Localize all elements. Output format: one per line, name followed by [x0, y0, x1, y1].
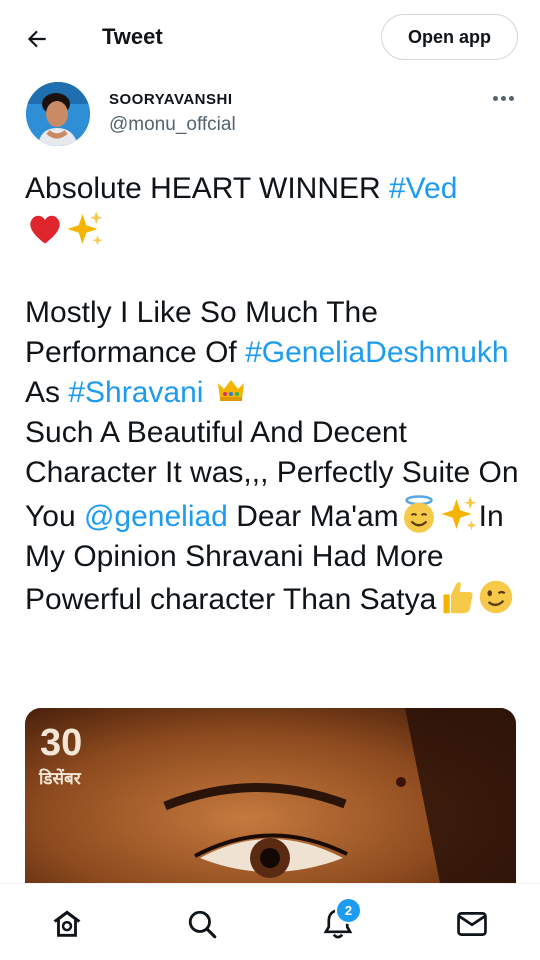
heart-emoji-icon	[30, 215, 60, 244]
thumbs-up-emoji-icon	[443, 582, 473, 614]
search-icon	[188, 910, 217, 939]
nav-messages[interactable]	[452, 904, 492, 944]
hashtag-link[interactable]: #Ved	[389, 172, 457, 205]
smiling-face-with-halo-emoji-icon	[403, 494, 434, 533]
avatar[interactable]	[26, 82, 90, 146]
messages-icon	[457, 912, 487, 936]
tweet-text-segment: Dear Ma'am	[227, 499, 399, 533]
more-dot-icon	[508, 95, 514, 101]
tweet-text: Absolute HEART WINNER #Ved Mostly I Like…	[25, 169, 520, 620]
tweet-media-image[interactable]: 30 डिसेंबर	[25, 708, 516, 908]
more-dot-icon	[500, 95, 506, 101]
home-icon	[53, 910, 81, 937]
hashtag-link[interactable]: #Shravani	[68, 376, 203, 409]
nav-home[interactable]	[47, 904, 87, 944]
more-dot-icon	[492, 95, 498, 101]
sparkles-emoji-icon	[67, 211, 103, 246]
sparkles-emoji-icon	[441, 496, 477, 530]
top-bar: Tweet Open app	[0, 0, 540, 76]
bottom-navigation: 2	[0, 883, 540, 960]
page-title: Tweet	[102, 24, 163, 49]
more-options-button[interactable]	[488, 88, 518, 108]
crown-emoji-icon	[217, 380, 244, 401]
mention-link[interactable]: @geneliad	[84, 500, 228, 533]
open-app-button[interactable]: Open app	[381, 14, 518, 60]
avatar-image	[26, 82, 90, 146]
tweet-text-segment: As	[25, 376, 69, 409]
media-photo	[25, 708, 516, 908]
author-handle[interactable]: @monu_offcial	[109, 114, 236, 136]
author-name[interactable]: SOORYAVANSHI	[109, 91, 233, 108]
hashtag-link[interactable]: #GeneliaDeshmukh	[245, 336, 508, 369]
tweet-text-segment: Absolute HEART WINNER	[25, 172, 389, 205]
media-date-month: डिसेंबर	[39, 769, 81, 788]
tweet-author: SOORYAVANSHI @monu_offcial	[0, 80, 540, 150]
winking-face-emoji-icon	[480, 580, 513, 614]
media-date-number: 30	[40, 722, 83, 764]
arrow-left-icon	[27, 30, 46, 48]
nav-search[interactable]	[182, 904, 222, 944]
back-button[interactable]	[16, 18, 58, 60]
notification-count-badge: 2	[335, 897, 362, 924]
